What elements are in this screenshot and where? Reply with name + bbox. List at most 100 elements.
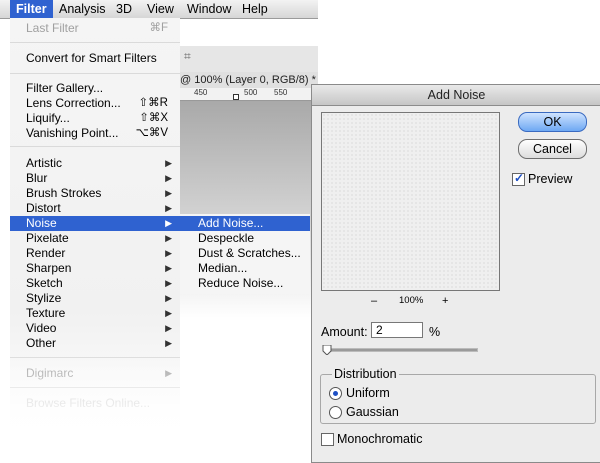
- submenu-item-reduce-noise[interactable]: Reduce Noise...: [180, 276, 310, 291]
- dialog-title[interactable]: Add Noise: [312, 85, 600, 106]
- add-noise-dialog: Add Noise – 100% + OK Cancel ✓ Preview A…: [311, 84, 600, 463]
- gaussian-label: Gaussian: [346, 405, 399, 419]
- menu-item-label: Dust & Scratches...: [198, 246, 301, 260]
- menu-item-blur[interactable]: Blur ▶: [10, 171, 180, 186]
- submenu-item-dust-scratches[interactable]: Dust & Scratches...: [180, 246, 310, 261]
- menu-item-label: Last Filter: [26, 21, 79, 35]
- ok-button[interactable]: OK: [518, 112, 587, 132]
- menu-item-stylize[interactable]: Stylize ▶: [10, 291, 180, 306]
- submenu-arrow-icon: ▶: [165, 308, 172, 318]
- menu-help[interactable]: Help: [236, 0, 274, 18]
- submenu-arrow-icon: ▶: [165, 248, 172, 258]
- document-tab[interactable]: @ 100% (Layer 0, RGB/8) *: [180, 72, 318, 88]
- menu-item-browse-filters-online[interactable]: Browse Filters Online...: [10, 396, 180, 411]
- cancel-button[interactable]: Cancel: [518, 139, 587, 159]
- options-glyph: ⌗: [184, 49, 191, 63]
- menu-separator: [10, 42, 180, 43]
- menu-item-lens-correction[interactable]: Lens Correction... ⇧⌘R: [10, 96, 180, 111]
- menu-item-label: Liquify...: [26, 111, 70, 125]
- menu-item-label: Convert for Smart Filters: [26, 51, 157, 65]
- monochromatic-checkbox[interactable]: [321, 433, 334, 446]
- menu-3d[interactable]: 3D: [110, 0, 138, 18]
- menu-bar: Filter Analysis 3D View Window Help: [0, 0, 318, 19]
- menu-item-label: Vanishing Point...: [26, 126, 119, 140]
- menu-item-filter-gallery[interactable]: Filter Gallery...: [10, 81, 180, 96]
- zoom-in-button[interactable]: +: [442, 295, 448, 307]
- submenu-item-median[interactable]: Median...: [180, 261, 310, 276]
- menu-item-brush-strokes[interactable]: Brush Strokes ▶: [10, 186, 180, 201]
- amount-slider-thumb[interactable]: [322, 345, 332, 355]
- menu-item-sharpen[interactable]: Sharpen ▶: [10, 261, 180, 276]
- submenu-arrow-icon: ▶: [165, 173, 172, 183]
- menu-item-label: Other: [26, 336, 57, 350]
- menu-analysis[interactable]: Analysis: [53, 0, 112, 18]
- shortcut-label: ⇧⌘R: [138, 97, 168, 109]
- menu-item-artistic[interactable]: Artistic ▶: [10, 156, 180, 171]
- submenu-arrow-icon: ▶: [165, 218, 172, 228]
- submenu-item-add-noise[interactable]: Add Noise...: [180, 216, 310, 231]
- menu-item-noise[interactable]: Noise ▶: [10, 216, 180, 231]
- submenu-arrow-icon: ▶: [165, 293, 172, 303]
- menu-item-label: Noise: [26, 216, 57, 230]
- gaussian-radio[interactable]: [329, 406, 342, 419]
- menu-item-other[interactable]: Other ▶: [10, 336, 180, 351]
- zoom-out-button[interactable]: –: [371, 295, 377, 307]
- menu-item-label: Render: [26, 246, 66, 260]
- shortcut-label: ⌘F: [149, 22, 168, 34]
- menu-window[interactable]: Window: [181, 0, 237, 18]
- menu-item-label: Browse Filters Online...: [26, 396, 151, 410]
- submenu-arrow-icon: ▶: [165, 278, 172, 288]
- menu-separator: [10, 73, 180, 74]
- zoom-level: 100%: [399, 295, 424, 306]
- preview-checkbox[interactable]: ✓: [512, 171, 525, 186]
- submenu-arrow-icon: ▶: [165, 263, 172, 273]
- submenu-arrow-icon: ▶: [165, 323, 172, 333]
- menu-separator: [10, 146, 180, 147]
- menu-item-last-filter: Last Filter ⌘F: [10, 21, 180, 36]
- menu-item-label: Blur: [26, 171, 48, 185]
- menu-item-label: Stylize: [26, 291, 62, 305]
- uniform-label: Uniform: [346, 386, 390, 400]
- menu-item-texture[interactable]: Texture ▶: [10, 306, 180, 321]
- menu-item-digimarc: Digimarc ▶: [10, 366, 180, 381]
- amount-label: Amount:: [321, 325, 368, 339]
- menu-item-sketch[interactable]: Sketch ▶: [10, 276, 180, 291]
- horizontal-ruler: 450 500 550: [180, 88, 318, 101]
- amount-unit: %: [429, 325, 441, 339]
- uniform-radio[interactable]: [329, 387, 342, 400]
- menu-item-vanishing-point[interactable]: Vanishing Point... ⌥⌘V: [10, 126, 180, 141]
- menu-item-label: Video: [26, 321, 57, 335]
- amount-slider-track[interactable]: [326, 348, 478, 352]
- menu-item-render[interactable]: Render ▶: [10, 246, 180, 261]
- menu-view[interactable]: View: [141, 0, 180, 18]
- submenu-arrow-icon: ▶: [165, 338, 172, 348]
- menu-item-label: Lens Correction...: [26, 96, 121, 110]
- checkmark-icon: ✓: [514, 171, 525, 185]
- filter-menu: Last Filter ⌘F Convert for Smart Filters…: [10, 18, 180, 438]
- submenu-item-despeckle[interactable]: Despeckle: [180, 231, 310, 246]
- menu-item-liquify[interactable]: Liquify... ⇧⌘X: [10, 111, 180, 126]
- preview-label: Preview: [528, 172, 573, 186]
- menu-item-pixelate[interactable]: Pixelate ▶: [10, 231, 180, 246]
- submenu-arrow-icon: ▶: [165, 233, 172, 243]
- amount-field[interactable]: [371, 322, 423, 338]
- menu-item-label: Digimarc: [26, 366, 74, 380]
- menu-item-label: Filter Gallery...: [26, 81, 104, 95]
- noise-preview-pane[interactable]: [321, 112, 500, 291]
- menu-item-label: Texture: [26, 306, 66, 320]
- menu-item-label: Despeckle: [198, 231, 255, 245]
- ruler-mark: 450: [194, 88, 208, 97]
- menu-item-label: Sharpen: [26, 261, 72, 275]
- menu-item-label: Artistic: [26, 156, 62, 170]
- menu-separator: [10, 357, 180, 358]
- menu-item-video[interactable]: Video ▶: [10, 321, 180, 336]
- menu-item-convert-smart-filters[interactable]: Convert for Smart Filters: [10, 51, 180, 66]
- menu-item-distort[interactable]: Distort ▶: [10, 201, 180, 216]
- menu-filter[interactable]: Filter: [10, 0, 53, 18]
- menu-item-label: Add Noise...: [198, 216, 264, 230]
- menu-separator: [10, 387, 180, 388]
- noise-submenu: Add Noise... Despeckle Dust & Scratches.…: [180, 214, 310, 294]
- submenu-arrow-icon: ▶: [165, 158, 172, 168]
- shortcut-label: ⌥⌘V: [135, 127, 168, 139]
- menu-item-label: Distort: [26, 201, 61, 215]
